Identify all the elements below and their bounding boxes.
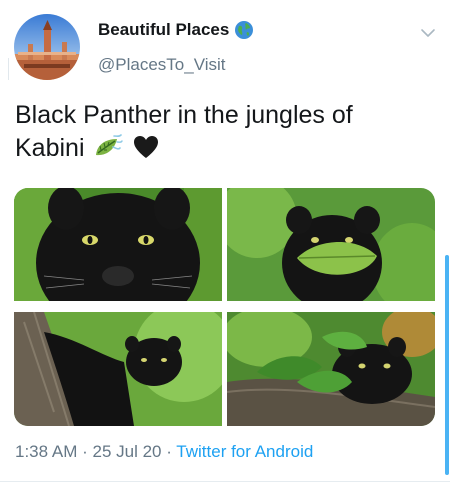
thread-line [8,58,9,80]
tweet-date[interactable]: 25 Jul 20 [92,442,161,461]
photo-panther-face-closeup[interactable] [14,188,222,301]
author-name-row[interactable]: Beautiful Places [98,20,254,40]
meta-separator: · [77,442,93,461]
photo-panther-on-tree-trunk[interactable] [14,312,222,426]
leaf-fluttering-in-wind-emoji [96,134,124,156]
author-name[interactable]: Beautiful Places [98,20,229,40]
media-grid [14,188,435,426]
meta-separator: · [161,442,177,461]
tweet-meta: 1:38 AM · 25 Jul 20 · Twitter for Androi… [15,442,313,462]
globe-icon [235,21,254,39]
scrollbar[interactable] [445,255,449,475]
tweet-text-line-2-row: Kabini [15,132,435,165]
cityscape-avatar-image [14,14,80,80]
tweet-text-line-2: Kabini [15,134,85,162]
photo-panther-behind-leaf[interactable] [227,188,435,301]
tweet-source-link[interactable]: Twitter for Android [176,442,313,461]
tweet-text-line-1: Black Panther in the jungles of [15,101,353,129]
photo-panther-with-leaves-on-branch[interactable] [227,312,435,426]
tweet-time[interactable]: 1:38 AM [15,442,77,461]
chevron-down-icon[interactable] [419,26,437,40]
tweet-text: Black Panther in the jungles of Kabini [15,99,435,165]
avatar[interactable] [14,14,80,80]
divider [0,481,450,482]
author-handle[interactable]: @PlacesTo_Visit [98,55,226,75]
black-heart-emoji [134,136,159,158]
tweet-header: Beautiful Places @PlacesTo_Visit [0,0,450,90]
